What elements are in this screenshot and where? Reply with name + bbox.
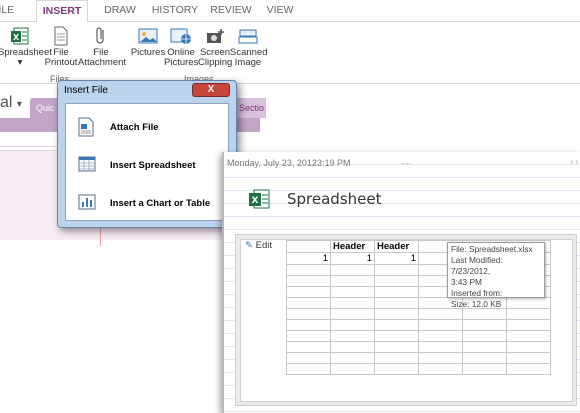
table-cell [286, 240, 331, 253]
edit-button[interactable]: ✎ Edit [245, 240, 272, 251]
table-row [286, 363, 551, 375]
table-cell: 1 [330, 252, 375, 265]
tab-view[interactable]: VIEW [260, 4, 300, 22]
file-printout-button[interactable]: File Printout [44, 26, 78, 68]
table-cell: Header [374, 240, 419, 253]
insert-spreadsheet-option[interactable]: Insert Spreadsheet [74, 152, 224, 178]
tab-review[interactable]: REVIEW [206, 4, 256, 22]
excel-icon: X [11, 27, 29, 45]
note-time: 3:19 PM [317, 158, 351, 168]
attach-file-label: Attach File [110, 122, 159, 133]
tab-insert[interactable]: INSERT [36, 0, 88, 23]
tab-section[interactable]: Sectio [236, 98, 266, 118]
spreadsheet-button[interactable]: X Spreadsheet ▾ [0, 26, 52, 68]
svg-text:X: X [252, 196, 259, 206]
screen-clipping-button[interactable]: Screen Clipping [198, 26, 232, 68]
chart-icon [78, 194, 96, 210]
pencil-icon: ✎ [245, 240, 253, 251]
online-picture-icon [170, 28, 191, 44]
table-row [286, 330, 551, 342]
tab-history[interactable]: HISTORY [150, 4, 200, 22]
spreadsheet-dropdown-icon: ▾ [17, 57, 23, 68]
insert-spreadsheet-label: Insert Spreadsheet [110, 160, 196, 171]
svg-text:X: X [13, 33, 20, 42]
scanner-icon [238, 29, 258, 44]
online-pictures-button[interactable]: Online Pictures [164, 26, 198, 68]
dialog-body: Attach File Insert Spreadsheet Insert a … [65, 103, 229, 221]
picture-icon [138, 28, 158, 44]
spreadsheet-icon [78, 156, 96, 172]
paperclip-icon [96, 27, 104, 44]
pictures-button[interactable]: Pictures [130, 26, 166, 58]
table-row [286, 308, 551, 320]
tab-draw[interactable]: DRAW [100, 4, 140, 22]
embedded-spreadsheet[interactable]: ✎ Edit Header Header 1 1 1 File: Spreads… [235, 234, 577, 406]
printout-icon [54, 26, 68, 46]
file-info-tooltip: File: Spreadsheet.xlsx Last Modified: 7/… [447, 242, 545, 309]
table-row [286, 341, 551, 353]
tab-file[interactable]: FILE [0, 4, 14, 22]
note-date: Monday, July 23, 2012 [227, 158, 317, 168]
excel-file-icon[interactable]: X [247, 188, 271, 210]
notebook-selector[interactable]: al ▾ [0, 94, 22, 112]
scanned-image-button[interactable]: Scanned Image [230, 26, 268, 68]
document-icon [78, 117, 94, 137]
margin-line [100, 228, 101, 246]
ribbon-tabs: FILE INSERT DRAW HISTORY REVIEW VIEW [0, 0, 580, 23]
note-container-handle[interactable]: .... [401, 156, 411, 166]
note-page: Monday, July 23, 2012 3:19 PM .... ‹ › X… [222, 152, 580, 413]
insert-chart-label: Insert a Chart or Table [110, 198, 211, 209]
attach-file-option[interactable]: Attach File [74, 114, 224, 140]
insert-file-dialog: Insert File X Attach File Insert Spreads… [57, 80, 237, 228]
chevron-down-icon: ▾ [16, 99, 22, 110]
dialog-title: Insert File [64, 85, 108, 96]
table-cell: 1 [374, 252, 419, 265]
file-attachment-button[interactable]: File Attachment [78, 26, 126, 68]
table-row [286, 352, 551, 364]
camera-icon [207, 29, 224, 43]
attachment-title[interactable]: Spreadsheet [287, 190, 381, 208]
margin-line [223, 152, 224, 413]
spreadsheet-grid-area: ✎ Edit Header Header 1 1 1 File: Spreads… [240, 239, 573, 402]
ribbon: X Spreadsheet ▾ File Printout File Attac… [0, 22, 580, 84]
close-button[interactable]: X [192, 83, 230, 97]
table-cell: 1 [286, 252, 331, 265]
table-cell: Header [330, 240, 375, 253]
table-row [286, 319, 551, 331]
insert-chart-option[interactable]: Insert a Chart or Table [74, 190, 224, 216]
expand-arrows-icon[interactable]: ‹ › [570, 157, 578, 166]
